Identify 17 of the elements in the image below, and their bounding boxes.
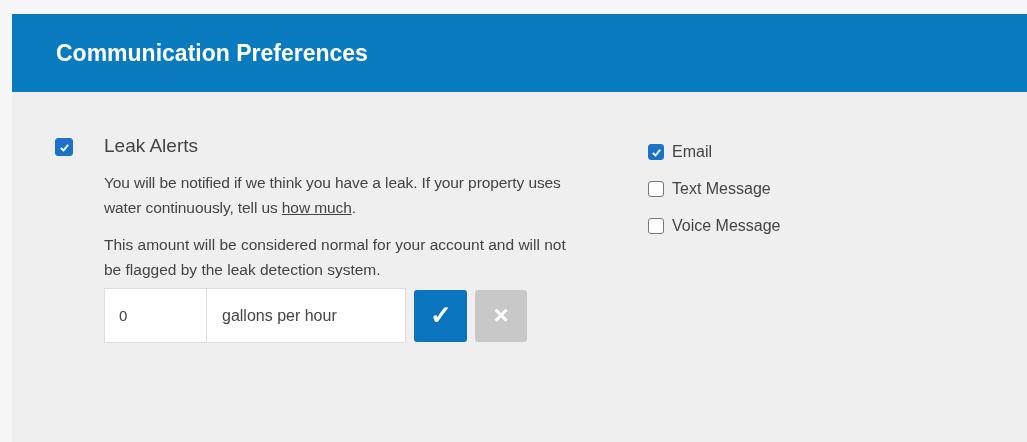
checkbox[interactable] bbox=[648, 218, 664, 234]
channel-label: Text Message bbox=[672, 179, 771, 199]
panel-title: Communication Preferences bbox=[56, 38, 368, 68]
leak-alerts-label: Leak Alerts bbox=[104, 134, 199, 158]
description-text: You will be notified if we think you have a leak. If your property uses water continuously, tell us how much. bbox=[104, 173, 562, 218]
note-text: This amount will be considered normal for your account and will not be flagged by the leak detection system. bbox=[104, 235, 567, 280]
channel-label: Voice Message bbox=[672, 216, 781, 236]
unit-label: gallons per hour bbox=[207, 288, 406, 343]
checkbox[interactable] bbox=[648, 181, 664, 197]
checkbox[interactable] bbox=[55, 138, 73, 156]
channel-label: Email bbox=[672, 142, 712, 162]
checkmark-icon bbox=[650, 146, 662, 158]
confirm-button[interactable]: ✓ bbox=[414, 289, 467, 342]
how-much-link[interactable]: how much bbox=[281, 199, 352, 216]
checkmark-icon bbox=[58, 141, 70, 153]
checkbox[interactable] bbox=[648, 144, 664, 160]
amount-field[interactable]: 0 bbox=[104, 288, 207, 343]
